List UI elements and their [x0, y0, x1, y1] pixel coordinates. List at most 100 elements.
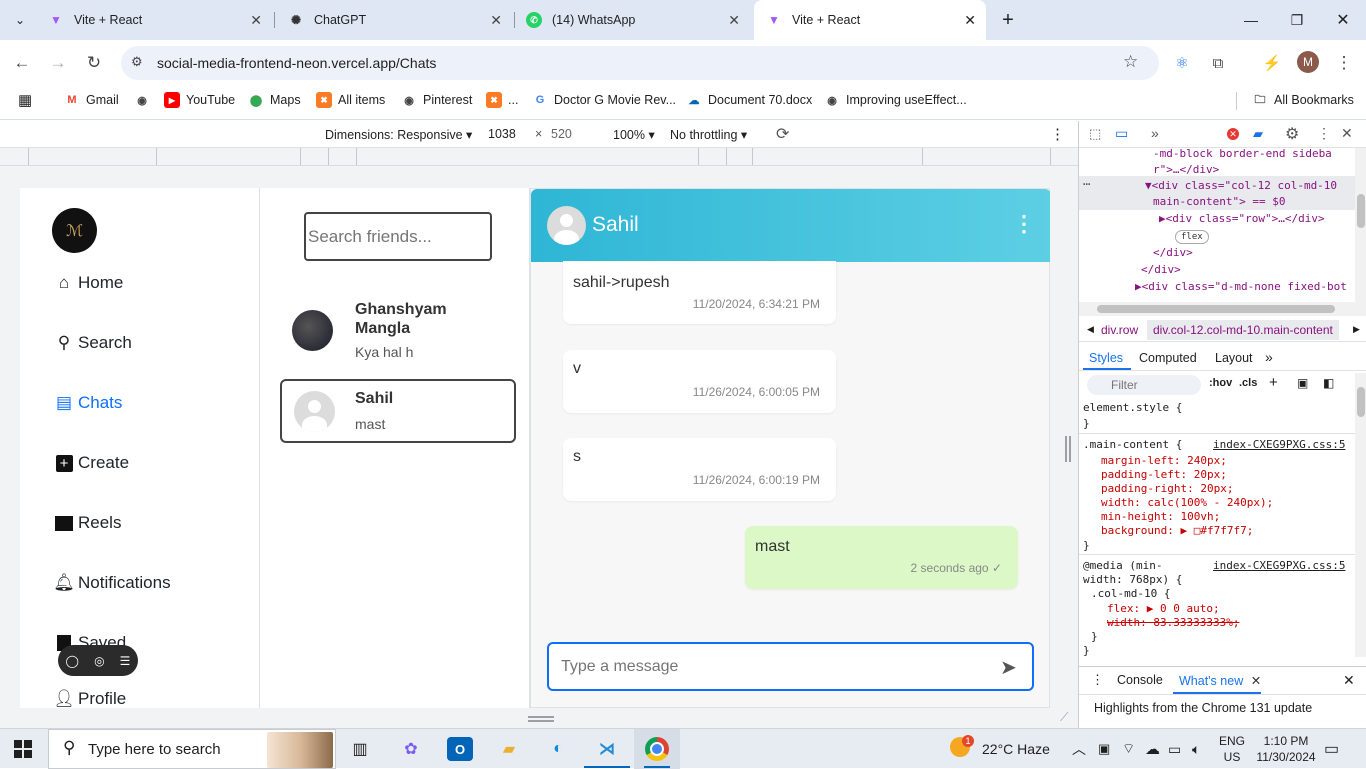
nav-chats[interactable]: ▤ Chats: [54, 391, 122, 415]
issues-icon[interactable]: ▰: [1253, 126, 1263, 142]
friend-item-sahil[interactable]: Sahil mast: [280, 379, 516, 443]
device-menu-icon[interactable]: ⋮: [1050, 125, 1065, 143]
nav-home[interactable]: ⌂ Home: [54, 271, 124, 295]
rotate-icon[interactable]: ⟳: [776, 124, 789, 144]
address-bar[interactable]: ⚙ social-media-frontend-neon.vercel.app/…: [121, 46, 1159, 80]
scroll-thumb[interactable]: [1357, 387, 1365, 417]
bookmark-maps[interactable]: ⬤ Maps: [248, 86, 301, 114]
dimensions-dropdown[interactable]: Dimensions: Responsive ▾: [325, 127, 472, 142]
nav-reels[interactable]: Reels: [54, 511, 121, 535]
dom-line[interactable]: ▶<div class="row">…</div>: [1159, 211, 1325, 228]
close-icon[interactable]: ✕: [964, 12, 976, 29]
chat-menu-icon[interactable]: ⋮: [1013, 211, 1035, 237]
styles-filter-input[interactable]: [1087, 375, 1201, 395]
all-bookmarks[interactable]: 🗀 All Bookmarks: [1252, 86, 1354, 114]
close-devtools-icon[interactable]: ✕: [1341, 125, 1353, 142]
message-input-box[interactable]: ➤: [547, 642, 1034, 691]
new-tab-button[interactable]: +: [994, 6, 1022, 34]
close-icon[interactable]: ✕: [250, 12, 262, 29]
minimize-button[interactable]: —: [1228, 0, 1274, 40]
tab-search-button[interactable]: ⌄: [8, 8, 32, 32]
vscode-icon[interactable]: ⋊: [594, 737, 620, 761]
device-icon[interactable]: ▣: [1098, 729, 1110, 769]
drawer-menu-icon[interactable]: ⋮: [1091, 672, 1104, 688]
rule-decl[interactable]: min-height: 100vh;: [1101, 510, 1220, 523]
bookmark-xampp[interactable]: ✖...: [486, 86, 518, 114]
height-input[interactable]: 520: [551, 127, 591, 141]
react-devtools-icon[interactable]: ⚛: [1167, 48, 1197, 78]
error-badge-icon[interactable]: ✕: [1227, 128, 1239, 140]
battery-icon[interactable]: ▭: [1168, 729, 1181, 769]
bookmark-globe[interactable]: ◉: [134, 86, 156, 114]
floating-toolbar[interactable]: ◯ ◎ ☰: [58, 645, 138, 676]
rule-selector[interactable]: .main-content {: [1083, 438, 1182, 451]
drawer-tab-console[interactable]: Console: [1117, 673, 1163, 687]
copilot-icon[interactable]: ✿: [398, 737, 424, 761]
performance-icon[interactable]: ⚡: [1257, 48, 1287, 78]
elements-hscrollbar[interactable]: [1079, 302, 1366, 316]
sidebar-toggle-icon[interactable]: ◧: [1323, 376, 1334, 390]
hov-toggle[interactable]: :hov: [1209, 377, 1232, 389]
windows-start-icon[interactable]: [14, 740, 32, 758]
rule-decl[interactable]: margin-left: 240px;: [1101, 454, 1227, 467]
zoom-dropdown[interactable]: 100% ▾: [613, 127, 655, 142]
wifi-icon[interactable]: ⌔: [1122, 729, 1135, 769]
bookmark-youtube[interactable]: ▶ YouTube: [164, 86, 235, 114]
breadcrumb-item-selected[interactable]: div.col-12.col-md-10.main-content: [1147, 320, 1339, 340]
site-info-icon[interactable]: ⚙: [131, 54, 143, 70]
dom-line[interactable]: ▶<div class="d-md-none fixed-bot: [1135, 279, 1347, 296]
rule-source-link[interactable]: index-CXEG9PXG.css:5: [1213, 438, 1345, 451]
tab-layout[interactable]: Layout: [1215, 351, 1253, 365]
resize-handle-right[interactable]: [1065, 436, 1071, 462]
edge-icon[interactable]: ◐: [545, 737, 571, 761]
nav-create[interactable]: + Create: [54, 451, 129, 475]
back-button[interactable]: ←: [7, 48, 37, 78]
friend-item-ghanshyam[interactable]: Ghanshyam Mangla Kya hal h: [280, 290, 516, 368]
dom-ellipsis[interactable]: ⋯: [1083, 176, 1090, 193]
tab-vite-active[interactable]: ▼ Vite + React ✕: [754, 0, 986, 40]
tab-computed[interactable]: Computed: [1139, 351, 1197, 365]
forward-button[interactable]: →: [43, 48, 73, 78]
bookmark-star-icon[interactable]: ☆: [1123, 52, 1138, 72]
rule-decl[interactable]: width: calc(100% - 240px);: [1101, 496, 1273, 509]
reload-button[interactable]: ↻: [79, 48, 109, 78]
tab-styles[interactable]: Styles: [1089, 351, 1123, 365]
outlook-icon[interactable]: O: [447, 737, 473, 761]
rule-selector[interactable]: .col-md-10 {: [1091, 587, 1170, 600]
rule-decl[interactable]: padding-right: 20px;: [1101, 482, 1233, 495]
bookmark-document[interactable]: ☁ Document 70.docx: [686, 86, 813, 114]
close-icon[interactable]: ✕: [1251, 674, 1261, 688]
volume-icon[interactable]: 🔈︎: [1192, 729, 1200, 769]
dom-line-selected[interactable]: ▼<div class="col-12 col-md-10: [1145, 178, 1337, 195]
bookmark-pinterest[interactable]: ◉ Pinterest: [401, 86, 472, 114]
cloud-icon[interactable]: ☁: [1145, 729, 1160, 769]
styles-scrollbar[interactable]: [1355, 373, 1366, 657]
clock[interactable]: 1:10 PM 11/30/2024: [1256, 733, 1316, 765]
comment-icon[interactable]: ◯: [66, 654, 79, 668]
more-tabs-icon[interactable]: »: [1151, 125, 1159, 141]
list-icon[interactable]: ☰: [120, 654, 131, 668]
tab-vite-1[interactable]: ▼ Vite + React ✕: [36, 0, 272, 40]
tab-more[interactable]: »: [1265, 349, 1273, 365]
cls-toggle[interactable]: .cls: [1239, 377, 1257, 389]
breadcrumb-item[interactable]: div.row: [1101, 323, 1138, 337]
settings-gear-icon[interactable]: ⚙: [1285, 124, 1299, 144]
restore-button[interactable]: ❐: [1274, 0, 1320, 40]
logo[interactable]: ℳ: [52, 208, 97, 253]
send-icon[interactable]: ➤: [1000, 655, 1017, 680]
resize-handle-bottom[interactable]: [528, 716, 554, 722]
add-rule-icon[interactable]: +: [1269, 374, 1278, 391]
flex-badge[interactable]: flex: [1175, 230, 1209, 244]
elements-scrollbar[interactable]: [1355, 148, 1366, 302]
bookmark-gmail[interactable]: M Gmail: [64, 86, 118, 114]
profile-avatar[interactable]: M: [1297, 51, 1319, 73]
throttling-dropdown[interactable]: No throttling ▾: [670, 127, 747, 142]
drawer-tab-whats-new[interactable]: What's new ✕: [1179, 673, 1261, 688]
task-view-icon[interactable]: ▥: [347, 737, 373, 761]
rule-decl-overridden[interactable]: width: 83.33333333%;: [1107, 616, 1239, 629]
scroll-thumb[interactable]: [1357, 194, 1365, 228]
chrome-taskbar-button[interactable]: [634, 729, 680, 769]
chevron-up-icon[interactable]: ︿: [1072, 729, 1086, 769]
width-input[interactable]: 1038: [488, 127, 530, 141]
rule-decl[interactable]: padding-left: 20px;: [1101, 468, 1227, 481]
